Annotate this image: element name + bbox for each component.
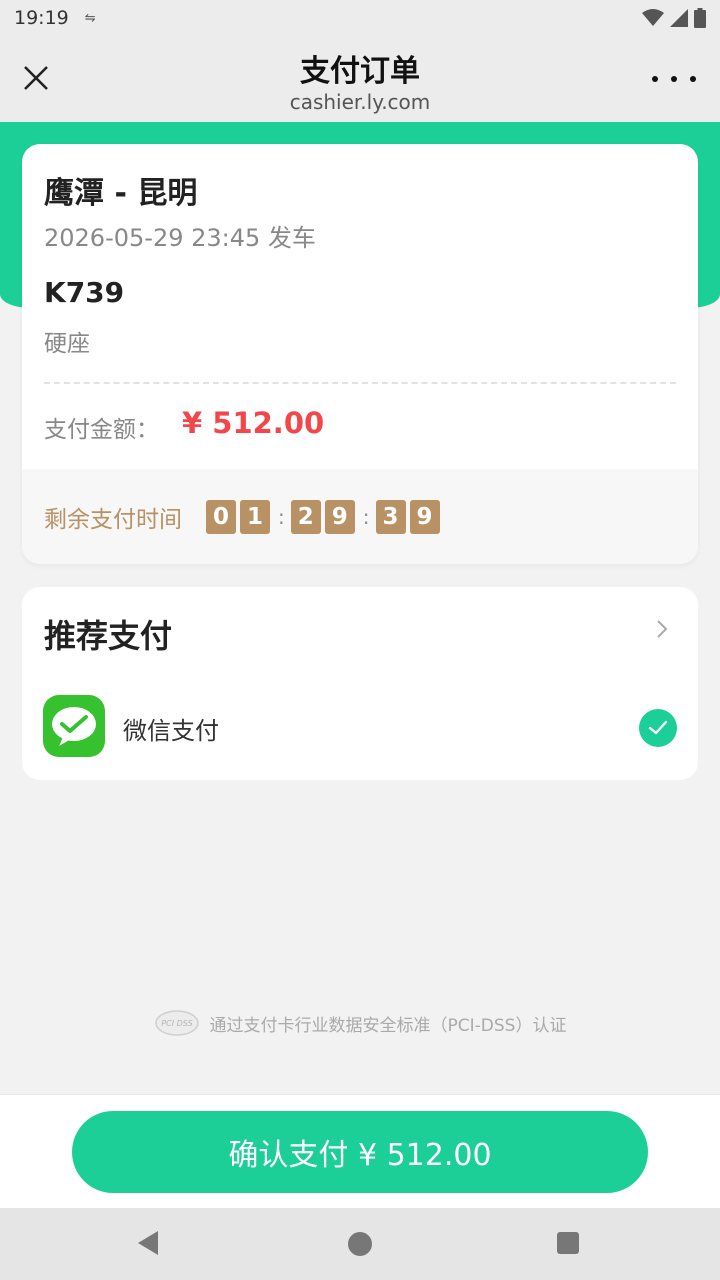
wechat-pay-icon xyxy=(43,695,105,757)
selected-check-icon[interactable] xyxy=(639,709,677,747)
security-text: 通过支付卡行业数据安全标准（PCI-DSS）认证 xyxy=(209,1015,567,1036)
signal-icon xyxy=(670,9,688,27)
countdown-second-digit: 3 xyxy=(375,499,406,534)
countdown-separator: : xyxy=(278,504,285,529)
security-note: PCI DSS 通过支付卡行业数据安全标准（PCI-DSS）认证 xyxy=(0,1006,720,1040)
chevron-right-icon[interactable] xyxy=(652,617,672,641)
pci-dss-logo: PCI DSS xyxy=(154,1010,199,1036)
payment-section-title: 推荐支付 xyxy=(44,617,173,655)
amount-label: 支付金额： xyxy=(44,417,159,443)
countdown-minute-digit: 9 xyxy=(324,499,355,534)
pci-logo-text: PCI DSS xyxy=(161,1019,192,1028)
route: 鹰潭 - 昆明 xyxy=(44,176,198,211)
countdown-hour-digit: 1 xyxy=(240,499,270,534)
confirm-pay-button[interactable]: 确认支付 ¥ 512.00 xyxy=(72,1111,648,1193)
home-icon[interactable] xyxy=(348,1232,372,1256)
countdown-label: 剩余支付时间 xyxy=(44,506,182,533)
seat-type: 硬座 xyxy=(44,331,90,357)
data-saver-icon: ⇋ xyxy=(84,10,96,26)
countdown-hour-digit: 0 xyxy=(206,499,236,534)
recent-apps-icon[interactable] xyxy=(557,1232,579,1254)
departure-time: 2026-05-29 23:45 发车 xyxy=(44,224,316,252)
back-icon[interactable] xyxy=(136,1230,160,1256)
train-number: K739 xyxy=(44,276,125,309)
page-url: cashier.ly.com xyxy=(289,90,431,114)
payment-option-wechat[interactable]: 微信支付 xyxy=(22,687,698,767)
status-bar: 19:19 ⇋ xyxy=(0,0,720,36)
battery-icon xyxy=(694,8,706,28)
more-icon[interactable] xyxy=(652,62,696,96)
nav-header: 支付订单 cashier.ly.com xyxy=(0,36,720,122)
status-icons xyxy=(642,8,706,28)
bottom-bar: 确认支付 ¥ 512.00 xyxy=(0,1094,720,1208)
payment-card: 推荐支付 微信支付 xyxy=(22,587,698,780)
wifi-icon xyxy=(642,9,664,26)
order-card: 鹰潭 - 昆明 2026-05-29 23:45 发车 K739 硬座 支付金额… xyxy=(22,144,698,564)
countdown-separator: : xyxy=(362,504,370,529)
countdown-bar: 剩余支付时间 0 1 : 2 9 : 3 9 xyxy=(22,469,698,564)
system-nav-bar xyxy=(0,1208,720,1280)
payment-method-label: 微信支付 xyxy=(123,717,219,745)
page-title: 支付订单 xyxy=(300,54,420,89)
countdown-minute-digit: 2 xyxy=(290,499,321,534)
status-time: 19:19 xyxy=(14,7,69,29)
countdown-second-digit: 9 xyxy=(409,499,440,534)
amount-value: ¥ 512.00 xyxy=(182,406,325,440)
divider xyxy=(44,382,676,384)
